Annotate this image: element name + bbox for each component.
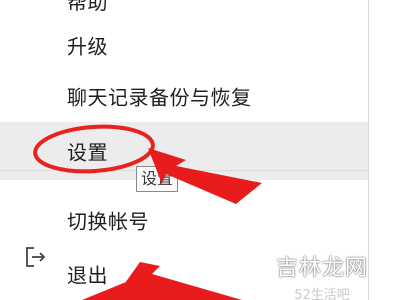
menu-item-help[interactable]: 帮助 bbox=[0, 0, 368, 14]
menu-item-settings-label: 设置 bbox=[67, 140, 108, 165]
watermark: 吉林龙网 52生活吧 bbox=[262, 250, 382, 300]
menu-item-logout-label: 退出 bbox=[67, 263, 108, 288]
menu-item-settings[interactable]: 设置 bbox=[0, 122, 368, 180]
menu-item-help-label: 帮助 bbox=[67, 0, 108, 14]
menu-item-switch-account-label: 切换帐号 bbox=[67, 209, 149, 234]
screenshot-stage: 帮助 升级 聊天记录备份与恢复 设置 切换帐号 退出 设置 吉林龙网 52生活吧 bbox=[0, 0, 400, 300]
menu-item-upgrade[interactable]: 升级 bbox=[0, 18, 368, 72]
menu-item-switch-account[interactable]: 切换帐号 bbox=[0, 193, 368, 247]
menu-item-chat-backup[interactable]: 聊天记录备份与恢复 bbox=[0, 69, 368, 123]
watermark-main: 吉林龙网 bbox=[275, 256, 368, 281]
watermark-sub: 52生活吧 bbox=[294, 288, 350, 300]
menu-item-upgrade-label: 升级 bbox=[67, 34, 108, 59]
settings-tooltip: 设置 bbox=[136, 166, 179, 192]
menu-divider bbox=[0, 170, 368, 171]
menu-item-chat-backup-label: 聊天记录备份与恢复 bbox=[67, 85, 252, 110]
